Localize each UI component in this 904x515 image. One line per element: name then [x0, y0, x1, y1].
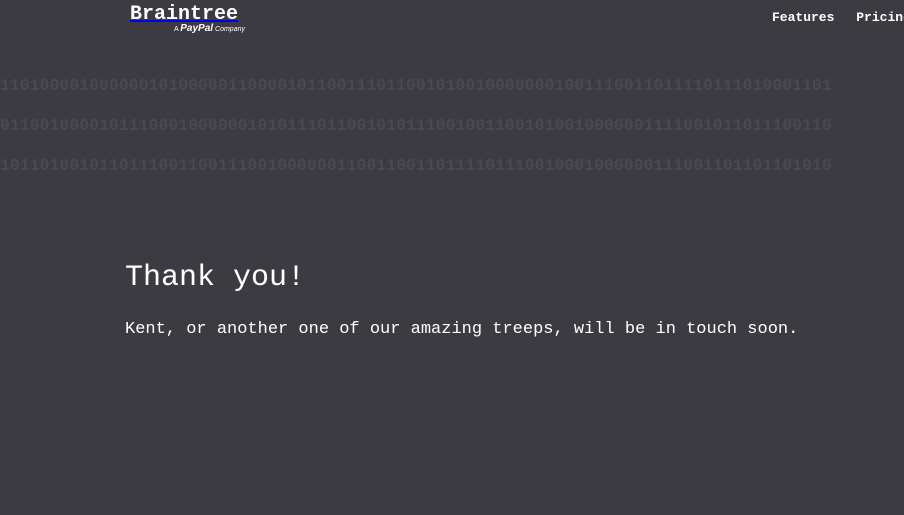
- confirmation-message: Kent, or another one of our amazing tree…: [125, 320, 799, 339]
- nav-link-pricing[interactable]: Pricing: [856, 10, 904, 26]
- logo-tagline: A PayPal Company: [174, 24, 245, 35]
- braintree-logo[interactable]: Braintree A PayPal Company: [130, 4, 245, 34]
- logo-tagline-prefix: A: [174, 26, 179, 33]
- logo-tagline-suffix: Company: [215, 26, 245, 33]
- binary-row-2: 0110010000101110001000000101011101100101…: [0, 116, 832, 135]
- binary-row-3: 1011010010110111001100111001000000110011…: [0, 156, 832, 175]
- confirmation-content: Thank you! Kent, or another one of our a…: [125, 258, 885, 341]
- binary-background: 1101000010000001010000011000010110011101…: [0, 66, 904, 186]
- binary-row-1: 1101000010000001010000011000010110011101…: [0, 76, 832, 95]
- main-nav: Features Pricing: [772, 10, 904, 26]
- nav-link-features[interactable]: Features: [772, 10, 834, 26]
- paypal-wordmark: PayPal: [180, 23, 214, 34]
- page-title: Thank you!: [125, 261, 306, 295]
